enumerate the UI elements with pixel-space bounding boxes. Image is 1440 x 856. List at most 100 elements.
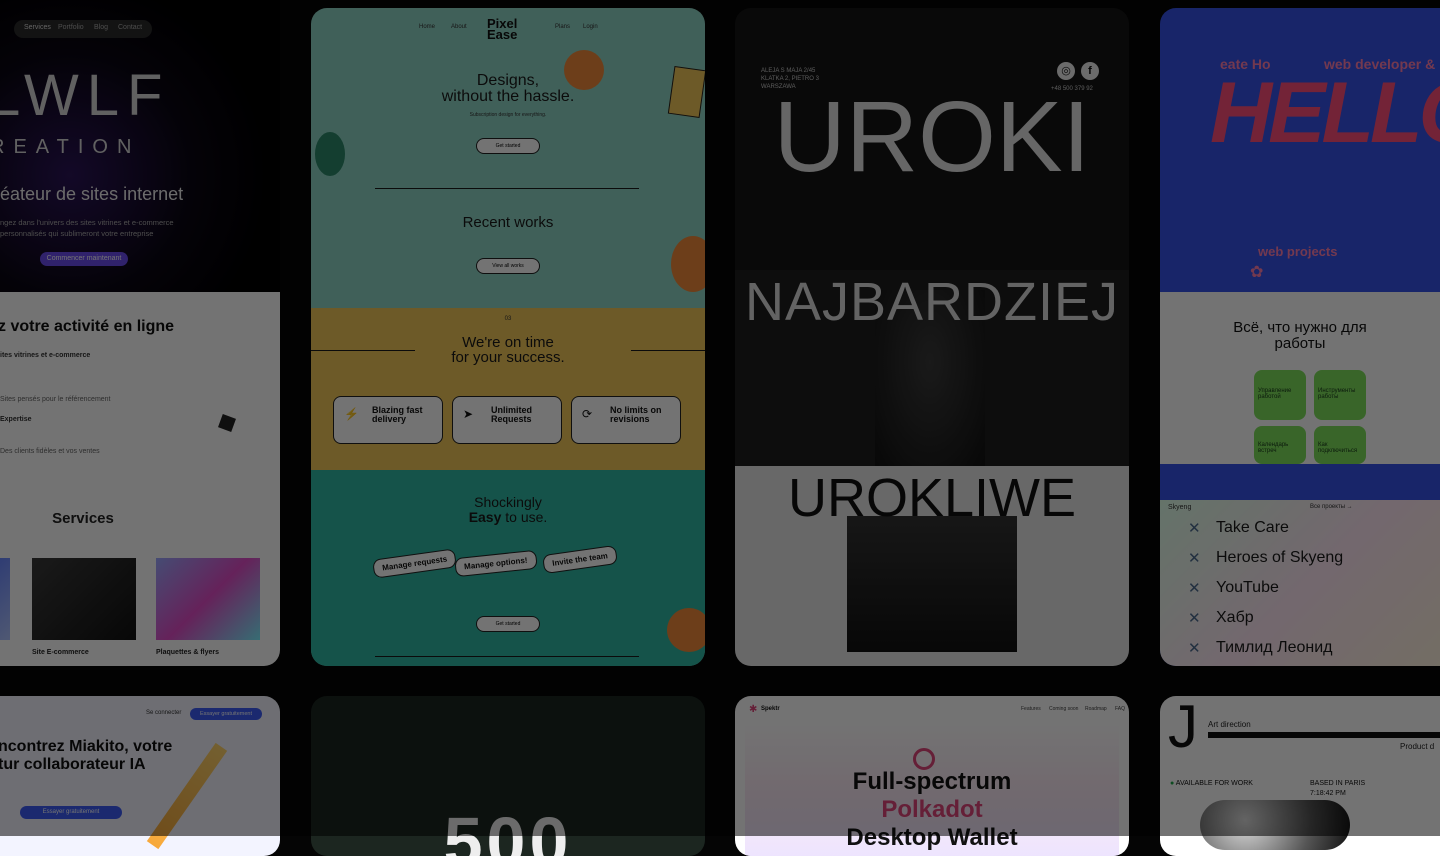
section-title: z votre activité en ligne: [0, 318, 175, 335]
service-label: Site E-commerce: [32, 649, 89, 656]
list-item[interactable]: ✕ Take Care: [1178, 516, 1440, 542]
login-link[interactable]: Se connecter: [146, 710, 181, 716]
feature-card[interactable]: ➤ Unlimited Requests: [452, 396, 562, 444]
service-image[interactable]: [156, 558, 260, 640]
menu-item[interactable]: Art direction: [1208, 720, 1251, 729]
bullet-text: Expertise: [0, 416, 32, 423]
menu-item[interactable]: Product d: [1400, 742, 1434, 751]
nav-item[interactable]: Login: [583, 24, 598, 30]
logo-text: Pixel Ease: [487, 16, 518, 42]
nav-item[interactable]: Contact: [118, 24, 142, 31]
view-works-button[interactable]: View all works: [476, 258, 540, 274]
hero-intro: personnalisés qui sublimeront votre entr…: [0, 229, 154, 238]
portfolio-card-uroki[interactable]: ALEJA S MAJA 2/45 KLATKA 2, PIETRO 3 WAR…: [735, 8, 1129, 666]
nav-item[interactable]: Coming soon: [1049, 706, 1078, 712]
portfolio-card-500[interactable]: 500: [311, 696, 705, 856]
list-item[interactable]: ✕ Хабр: [1178, 606, 1440, 632]
status-dot-icon: ●: [1170, 780, 1175, 787]
decor-blob: [671, 236, 705, 292]
easy-line: Easy to use.: [468, 509, 548, 525]
group-photo: [847, 516, 1017, 652]
bullet-text: ites vitrines et e-commerce: [0, 352, 91, 359]
nav-item[interactable]: About: [451, 24, 467, 30]
panel-heading: Всё, что нужно для работы: [1233, 319, 1367, 352]
send-icon: ➤: [463, 407, 474, 421]
feature-title: Blazing fast delivery: [372, 405, 423, 424]
nav-item[interactable]: Blog: [94, 24, 108, 31]
hero-line: without the hassle.: [441, 88, 575, 105]
list-item[interactable]: ✕ YouTube: [1178, 576, 1440, 602]
cta-button[interactable]: Essayer gratuitement: [20, 806, 122, 819]
tool-tile[interactable]: Календарь встреч: [1254, 426, 1306, 464]
brand-name: Skyeng: [1168, 504, 1192, 511]
time-line: for your success.: [451, 349, 565, 366]
status-badge: ● AVAILABLE FOR WORK: [1170, 780, 1253, 787]
hero-intro: ngez dans l'univers des sites vitrines e…: [0, 218, 174, 227]
hero-title: UROKI: [773, 81, 1091, 193]
clock-time: 7:18:42 PM: [1310, 790, 1346, 797]
bullet-text: Des clients fidèles et vos ventes: [0, 448, 100, 455]
decor-stroke: [146, 742, 228, 850]
logo-text: LWLF: [0, 63, 171, 128]
feature-card[interactable]: ⚡ Blazing fast delivery: [333, 396, 443, 444]
tool-tile[interactable]: Инструменты работы: [1314, 370, 1366, 420]
nav-item[interactable]: Features: [1021, 706, 1041, 712]
connector-line: [631, 350, 705, 351]
try-button[interactable]: Essayer gratuitement: [190, 708, 262, 720]
instagram-icon[interactable]: ◎: [1057, 62, 1075, 80]
content-section: z votre activité en ligne ites vitrines …: [0, 292, 280, 666]
hero-subtitle: Subscription design for everything.: [469, 112, 547, 118]
bottom-cta-button[interactable]: Get started: [476, 616, 540, 632]
address-line: ALEJA S MAJA 2/45: [761, 68, 816, 74]
service-image[interactable]: [0, 558, 10, 640]
nav-item[interactable]: Portfolio: [58, 24, 84, 31]
nav-item[interactable]: FAQ: [1115, 706, 1125, 712]
hero-title: Full-spectrum: [852, 768, 1012, 795]
links-header[interactable]: Все проекты →: [1310, 504, 1353, 510]
feature-title: No limits on revisions: [610, 405, 662, 424]
hero-cta-button[interactable]: Get started: [476, 138, 540, 154]
nav-item[interactable]: Services: [24, 24, 51, 31]
divider-bar: [1208, 732, 1440, 738]
location-label: BASED IN PARIS: [1310, 780, 1366, 787]
decor-blob: [564, 50, 604, 90]
tool-tile[interactable]: Управление работой: [1254, 370, 1306, 420]
services-title: Services: [52, 510, 114, 527]
brand-name: Spektr: [761, 706, 780, 712]
feature-title: Unlimited Requests: [491, 405, 533, 424]
facebook-icon[interactable]: f: [1081, 62, 1099, 80]
cta-button[interactable]: Commencer maintenant: [40, 252, 128, 266]
list-item[interactable]: ✕ Тимлид Леонид: [1178, 636, 1440, 662]
service-image[interactable]: [32, 558, 136, 640]
nav-item[interactable]: Roadmap: [1085, 706, 1107, 712]
cross-icon: ✕: [1188, 550, 1201, 567]
hero-headline: éateur de sites internet: [0, 184, 184, 204]
cross-icon: ✕: [1188, 520, 1201, 537]
brand-icon: ✱: [749, 704, 758, 715]
cross-icon: ✕: [1188, 640, 1201, 657]
lightning-icon: ⚡: [344, 407, 359, 421]
flower-icon: ✿: [1250, 264, 1264, 281]
portfolio-card-miakito[interactable]: Se connecter Essayer gratuitement ncontr…: [0, 696, 280, 856]
service-label: Plaquettes & flyers: [156, 649, 220, 656]
nav-item[interactable]: Home: [419, 24, 435, 30]
hero-title: Polkadot: [881, 796, 983, 823]
portfolio-card-j[interactable]: J Art direction Product d ● AVAILABLE FO…: [1160, 696, 1440, 856]
list-item[interactable]: ✕ Heroes of Skyeng: [1178, 546, 1440, 572]
section-number: 03: [504, 316, 512, 322]
cross-icon: ✕: [1188, 610, 1201, 627]
cross-icon: ✕: [1188, 580, 1201, 597]
decor-note: [667, 66, 705, 118]
portfolio-card-spektr[interactable]: ✱ Spektr Features Coming soon Roadmap FA…: [735, 696, 1129, 856]
nav-item[interactable]: Plans: [555, 24, 570, 30]
hero-title: tur collaborateur IA: [0, 756, 146, 773]
feature-card[interactable]: ⟳ No limits on revisions: [571, 396, 681, 444]
portfolio-card-lwlf[interactable]: Services Portfolio Blog Contact LWLF REA…: [0, 0, 280, 666]
logo-letter: J: [1168, 696, 1198, 760]
portfolio-card-hello-skyeng[interactable]: eate Ho web developer & HELLO web projec…: [1160, 8, 1440, 666]
refresh-icon: ⟳: [582, 407, 593, 421]
tool-tile[interactable]: Как подключиться: [1314, 426, 1366, 464]
decor-blob: [667, 608, 705, 652]
logo-subtext: REATION: [0, 136, 141, 158]
portfolio-card-pixel-ease[interactable]: Home About Pixel Ease Plans Login Design…: [311, 8, 705, 666]
